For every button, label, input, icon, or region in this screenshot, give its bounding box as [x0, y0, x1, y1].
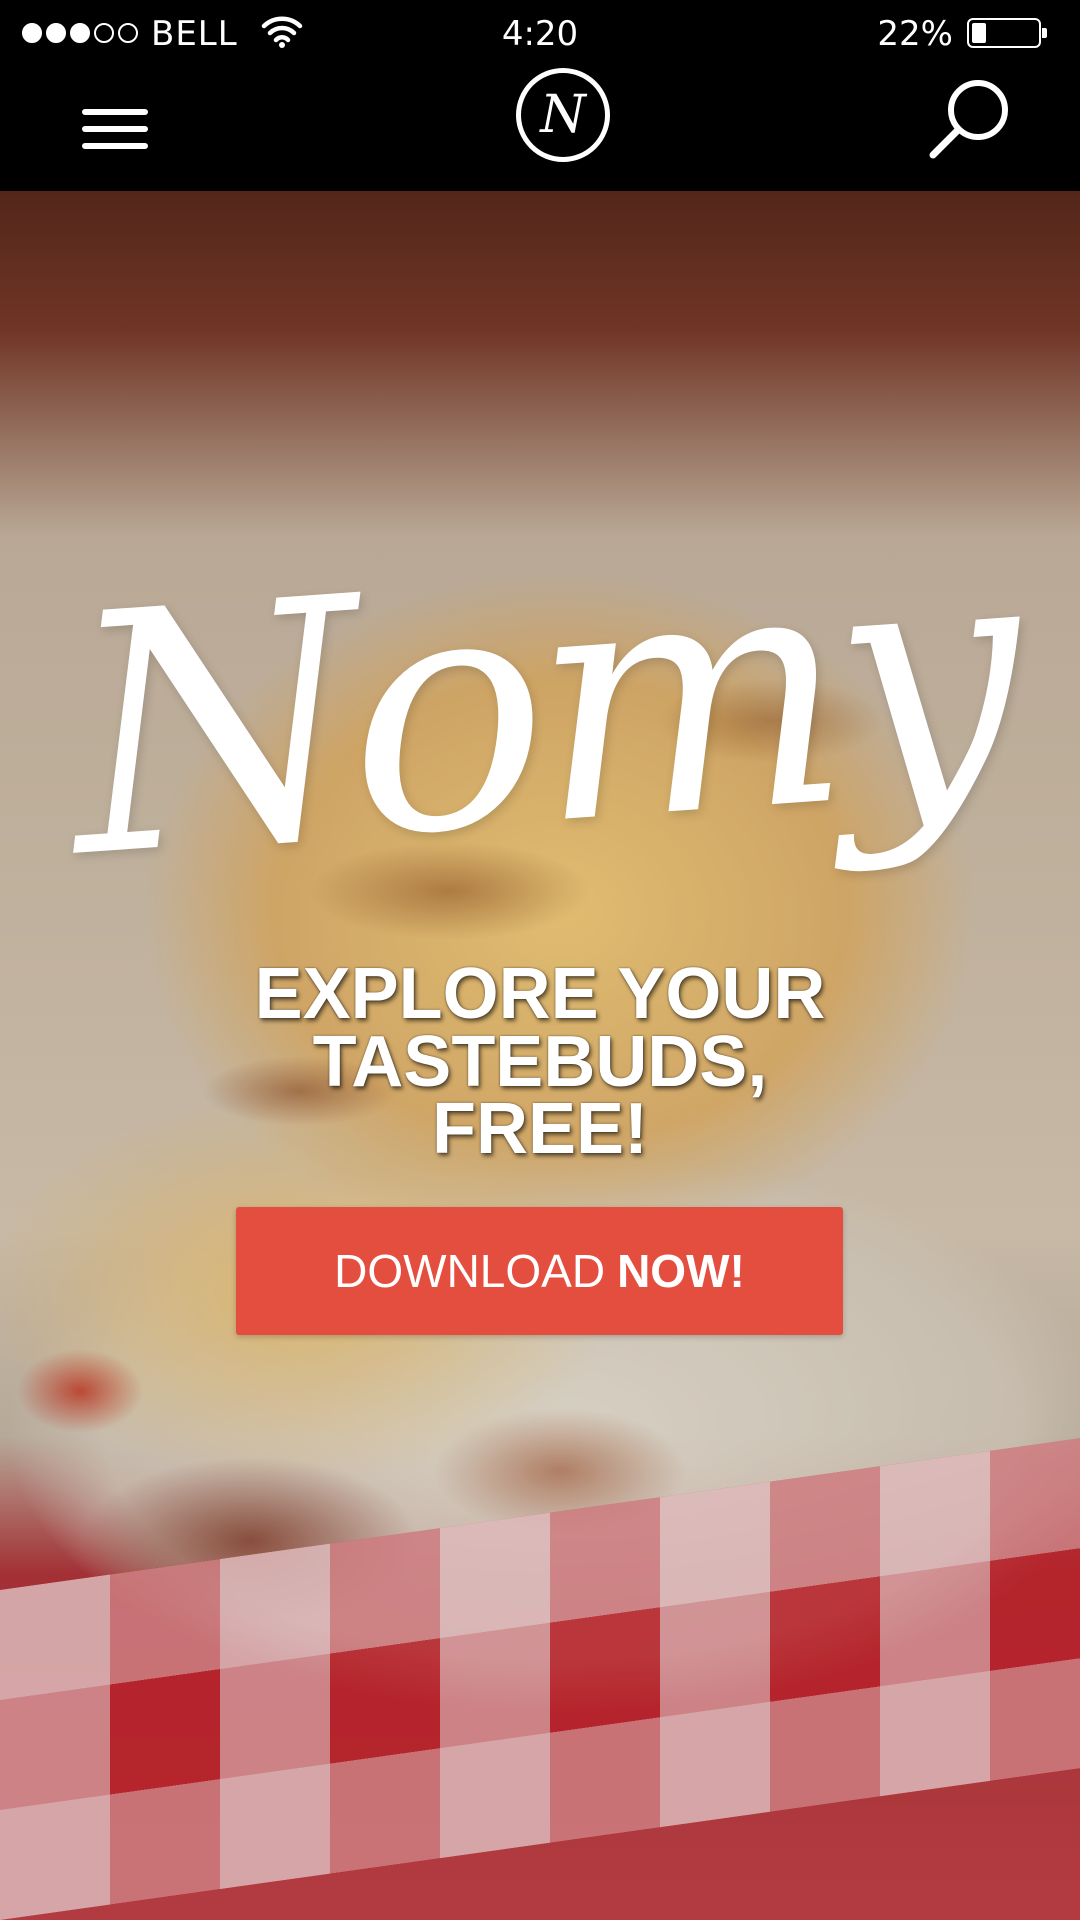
download-label-bold: NOW! — [617, 1245, 745, 1297]
tagline: EXPLORE YOUR TASTEBUDS, FREE! — [190, 954, 890, 1170]
brand-title: Nomy — [58, 481, 1022, 931]
battery-icon — [967, 18, 1047, 48]
tagline-line: EXPLORE YOUR — [254, 954, 826, 1034]
battery-percent: 22% — [877, 14, 953, 54]
app-screen: BELL 4:20 22% N Nomy EXPLORE YOUR TASTEB… — [0, 0, 1080, 1920]
nav-bar: N — [0, 66, 1080, 191]
download-label: DOWNLOAD — [334, 1245, 606, 1297]
battery-level — [972, 23, 986, 43]
app-logo[interactable]: N — [516, 68, 610, 162]
logo-letter: N — [540, 85, 586, 145]
hamburger-menu-icon[interactable] — [72, 96, 152, 156]
status-bar: BELL 4:20 22% — [0, 0, 1080, 66]
search-icon[interactable] — [920, 68, 1020, 168]
download-now-button[interactable]: DOWNLOAD NOW! — [236, 1207, 843, 1335]
tagline-line: TASTEBUDS, — [312, 1021, 768, 1102]
tagline-line: FREE! — [432, 1089, 648, 1170]
hero-section: Nomy EXPLORE YOUR TASTEBUDS, FREE! DOWNL… — [0, 191, 1080, 1920]
battery-nub — [1042, 28, 1047, 38]
